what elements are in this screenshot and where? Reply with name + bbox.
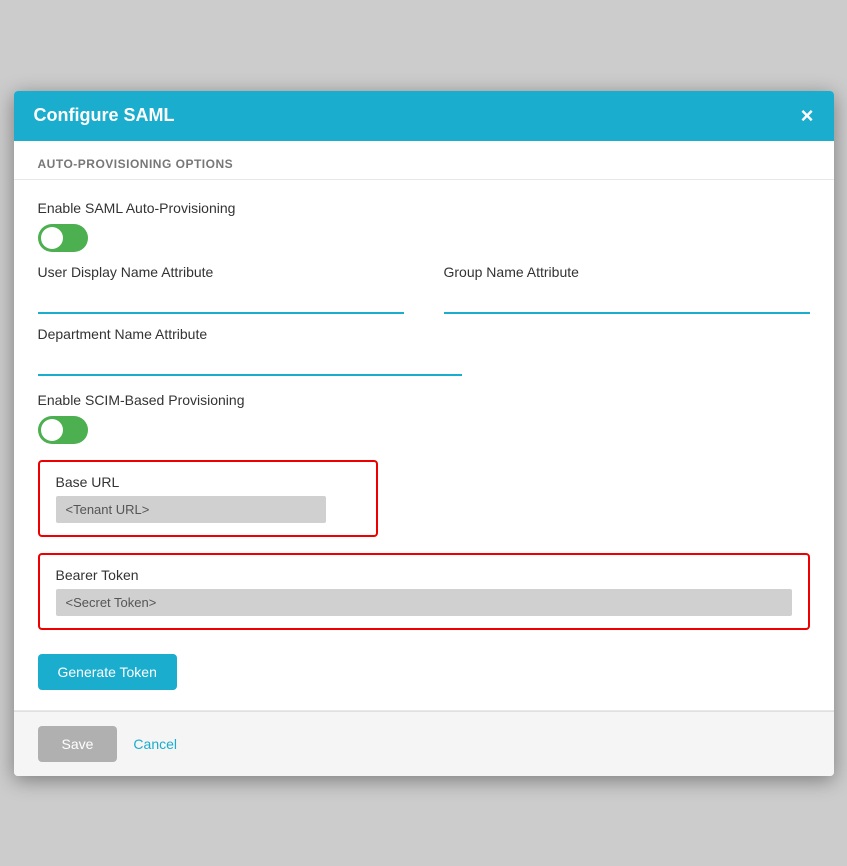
user-display-name-group: User Display Name Attribute bbox=[38, 264, 404, 314]
enable-saml-toggle-container: ✓ bbox=[38, 224, 810, 252]
user-display-name-input[interactable] bbox=[38, 288, 404, 314]
enable-scim-group: Enable SCIM-Based Provisioning ✓ bbox=[38, 392, 810, 444]
configure-saml-modal: Configure SAML × AUTO-PROVISIONING OPTIO… bbox=[14, 91, 834, 776]
save-button[interactable]: Save bbox=[38, 726, 118, 762]
modal-footer: Save Cancel bbox=[14, 711, 834, 776]
toggle-check-scim: ✓ bbox=[45, 422, 57, 439]
user-display-name-label: User Display Name Attribute bbox=[38, 264, 404, 280]
enable-saml-group: Enable SAML Auto-Provisioning ✓ bbox=[38, 200, 810, 252]
base-url-label: Base URL bbox=[56, 474, 360, 490]
group-name-label: Group Name Attribute bbox=[444, 264, 810, 280]
department-name-label: Department Name Attribute bbox=[38, 326, 810, 342]
base-url-box: Base URL <Tenant URL> bbox=[38, 460, 378, 537]
department-name-input[interactable] bbox=[38, 350, 463, 376]
base-url-input[interactable]: <Tenant URL> bbox=[56, 496, 326, 523]
modal-header: Configure SAML × bbox=[14, 91, 834, 141]
enable-scim-toggle-container: ✓ bbox=[38, 416, 810, 444]
group-name-input[interactable] bbox=[444, 288, 810, 314]
department-name-group: Department Name Attribute bbox=[38, 326, 810, 376]
user-group-name-row: User Display Name Attribute Group Name A… bbox=[38, 264, 810, 326]
enable-scim-toggle[interactable]: ✓ bbox=[38, 416, 88, 444]
enable-saml-label: Enable SAML Auto-Provisioning bbox=[38, 200, 810, 216]
auto-provisioning-content: Enable SAML Auto-Provisioning ✓ User Dis… bbox=[14, 180, 834, 711]
bearer-token-input[interactable]: <Secret Token> bbox=[56, 589, 792, 616]
bearer-token-label: Bearer Token bbox=[56, 567, 792, 583]
modal-title: Configure SAML bbox=[34, 105, 175, 126]
enable-saml-toggle[interactable]: ✓ bbox=[38, 224, 88, 252]
modal-close-button[interactable]: × bbox=[801, 105, 814, 127]
cancel-button[interactable]: Cancel bbox=[133, 736, 177, 752]
bearer-token-box: Bearer Token <Secret Token> bbox=[38, 553, 810, 630]
generate-token-button[interactable]: Generate Token bbox=[38, 654, 177, 690]
modal-body: AUTO-PROVISIONING OPTIONS Enable SAML Au… bbox=[14, 141, 834, 711]
enable-scim-label: Enable SCIM-Based Provisioning bbox=[38, 392, 810, 408]
auto-provisioning-section-header: AUTO-PROVISIONING OPTIONS bbox=[14, 141, 834, 180]
toggle-check-saml: ✓ bbox=[45, 230, 57, 247]
modal-wrapper: Configure SAML × AUTO-PROVISIONING OPTIO… bbox=[0, 0, 847, 866]
group-name-group: Group Name Attribute bbox=[444, 264, 810, 314]
